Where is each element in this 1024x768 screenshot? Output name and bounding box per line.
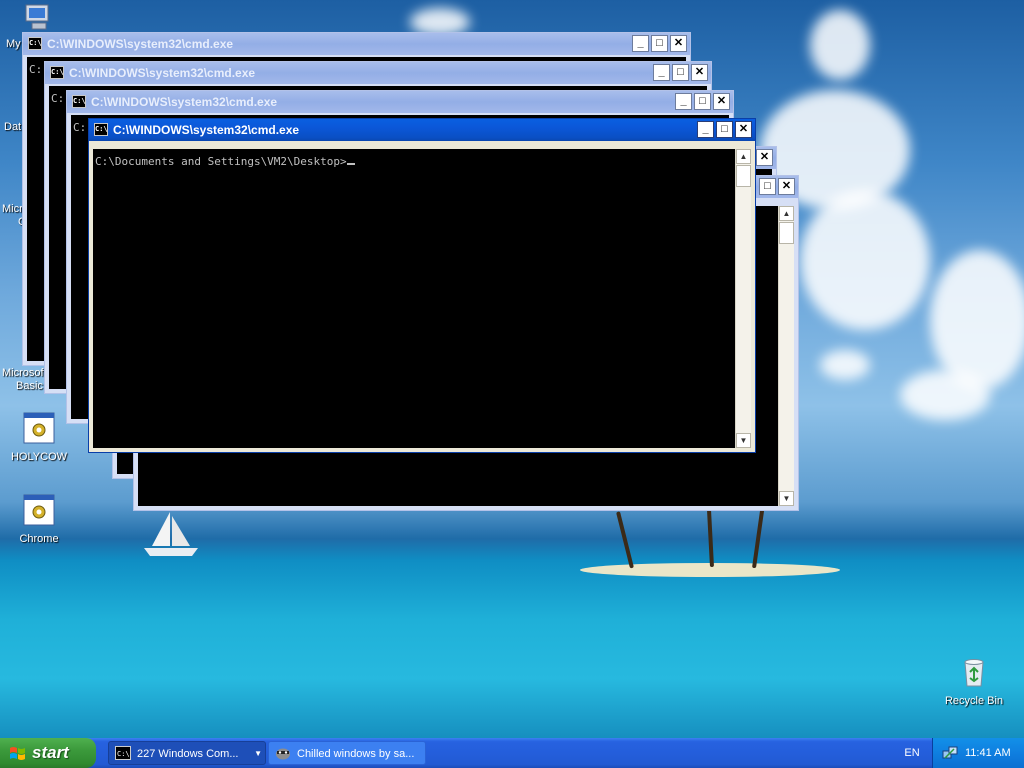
desktop-icon-label: Recycle Bin (944, 695, 1004, 707)
scroll-down-arrow[interactable]: ▼ (779, 491, 794, 506)
task-label: Chilled windows by sa... (297, 748, 415, 760)
svg-text:C:\: C:\ (117, 750, 130, 758)
prompt-text: C:\Documents and Settings\VM2\Desktop> (95, 155, 347, 168)
window-controls: _ □ ✕ (675, 93, 730, 110)
scroll-thumb[interactable] (736, 165, 751, 187)
window-title: C:\WINDOWS\system32\cmd.exe (91, 95, 278, 109)
window-controls: _ □ ✕ (653, 64, 708, 81)
vertical-scrollbar[interactable]: ▲ ▼ (735, 149, 751, 448)
chevron-down-icon: ▼ (254, 749, 262, 758)
palm-tree (706, 504, 714, 568)
scroll-thumb[interactable] (779, 222, 794, 244)
cmd-window-active[interactable]: C:\ C:\WINDOWS\system32\cmd.exe _ □ ✕ C:… (88, 118, 756, 453)
system-tray: 11:41 AM (932, 738, 1024, 768)
desktop-label-basic[interactable]: Basic (16, 380, 43, 392)
maximize-button[interactable]: □ (716, 121, 733, 138)
titlebar[interactable]: C:\ C:\WINDOWS\system32\cmd.exe (67, 91, 733, 113)
desktop-icon-label: Chrome (19, 533, 59, 545)
cmd-icon: C:\ (94, 123, 108, 136)
task-label: 227 Windows Com... (137, 748, 239, 760)
maximize-button[interactable]: □ (694, 93, 711, 110)
windows-flag-icon (10, 747, 25, 760)
close-button[interactable]: ✕ (756, 149, 773, 166)
desktop-label-my[interactable]: My (6, 38, 21, 50)
desktop: My Dat Micro C Microsoft Basic HOLYCOW C… (0, 0, 1024, 738)
maximize-button[interactable]: □ (651, 35, 668, 52)
recycle-bin-icon (964, 659, 984, 687)
close-button[interactable]: ✕ (778, 178, 795, 195)
minimize-button[interactable]: _ (697, 121, 714, 138)
taskbar: start C:\ 227 Windows Com... ▼ Chilled w… (0, 738, 1024, 768)
close-button[interactable]: ✕ (713, 93, 730, 110)
taskbar-group-cmd[interactable]: C:\ 227 Windows Com... ▼ (108, 741, 266, 765)
network-icon[interactable] (942, 745, 958, 761)
start-button[interactable]: start (0, 738, 96, 768)
taskbar-item-chilled-windows[interactable]: Chilled windows by sa... (268, 741, 426, 765)
cmd-icon: C:\ (72, 95, 86, 108)
window-controls: _ □ ✕ (697, 121, 752, 138)
desktop-label-dat[interactable]: Dat (4, 121, 21, 133)
language-indicator[interactable]: EN (900, 738, 924, 768)
scroll-down-arrow[interactable]: ▼ (736, 433, 751, 448)
my-computer-icon[interactable] (24, 3, 54, 33)
text-cursor (346, 163, 355, 165)
maximize-button[interactable]: □ (759, 178, 776, 195)
cloud (820, 350, 870, 380)
program-icon (23, 494, 55, 526)
close-button[interactable]: ✕ (691, 64, 708, 81)
window-controls: □ ✕ (759, 178, 795, 195)
minimize-button[interactable]: _ (632, 35, 649, 52)
cloud (930, 250, 1024, 390)
scroll-up-arrow[interactable]: ▲ (779, 206, 794, 221)
cmd-icon: C:\ (115, 746, 131, 760)
desktop-icon-chrome[interactable]: Chrome (1, 494, 77, 545)
minimize-button[interactable]: _ (653, 64, 670, 81)
program-icon (23, 412, 55, 444)
start-label: start (32, 743, 69, 762)
scroll-up-arrow[interactable]: ▲ (736, 149, 751, 164)
minimize-button[interactable]: _ (675, 93, 692, 110)
cmd-icon: C:\ (50, 66, 64, 79)
cloud (900, 370, 990, 420)
close-button[interactable]: ✕ (670, 35, 687, 52)
window-title: C:\WINDOWS\system32\cmd.exe (113, 123, 300, 137)
console-prompt: C:\Documents and Settings\VM2\Desktop> (93, 149, 735, 168)
desktop-icon-label: HOLYCOW (10, 451, 68, 463)
clock[interactable]: 11:41 AM (965, 738, 1011, 768)
close-button[interactable]: ✕ (735, 121, 752, 138)
sailboat (144, 512, 198, 556)
vertical-scrollbar[interactable]: ▲ ▼ (778, 206, 794, 506)
titlebar[interactable]: C:\ C:\WINDOWS\system32\cmd.exe (89, 119, 755, 141)
console-area[interactable]: C:\Documents and Settings\VM2\Desktop> (93, 149, 735, 448)
desktop-label-microsoft[interactable]: Microsoft (2, 367, 47, 379)
window-controls: ✕ (756, 149, 773, 166)
palm-tree (752, 508, 765, 569)
window-title: C:\WINDOWS\system32\cmd.exe (47, 37, 234, 51)
window-title: C:\WINDOWS\system32\cmd.exe (69, 66, 256, 80)
window-controls: _ □ ✕ (632, 35, 687, 52)
titlebar[interactable]: C:\ C:\WINDOWS\system32\cmd.exe (45, 62, 711, 84)
titlebar[interactable]: C:\ C:\WINDOWS\system32\cmd.exe (23, 33, 690, 55)
maximize-button[interactable]: □ (672, 64, 689, 81)
desktop-icon-recycle-bin[interactable]: Recycle Bin (936, 656, 1012, 707)
raccoon-icon (276, 748, 290, 760)
palm-tree (616, 511, 634, 569)
cmd-icon: C:\ (28, 37, 42, 50)
cloud (810, 10, 870, 80)
cloud (800, 190, 930, 330)
